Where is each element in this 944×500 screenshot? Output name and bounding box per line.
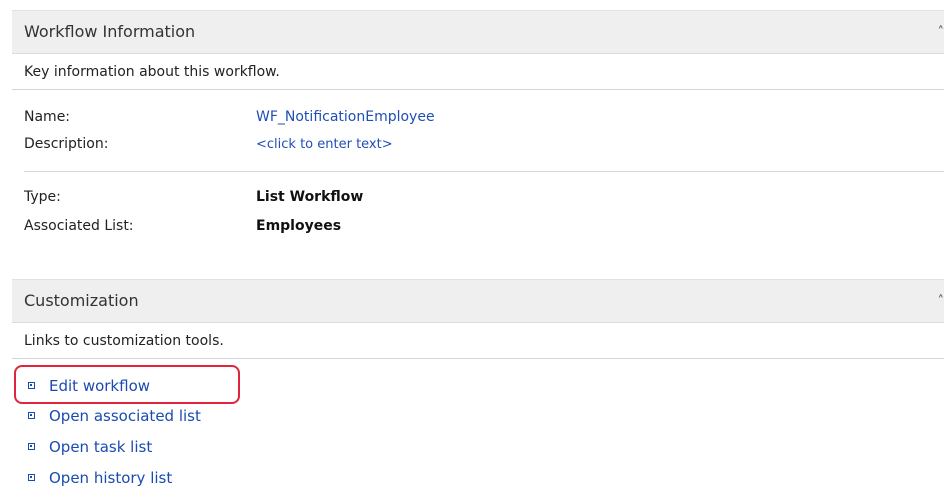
type-label: Type: <box>24 189 61 205</box>
associated-list-value: Employees <box>256 218 342 234</box>
open-associated-list-label: Open associated list <box>49 407 201 425</box>
divider <box>24 171 944 172</box>
customization-description: Links to customization tools. <box>24 333 224 349</box>
open-associated-list-link[interactable]: Open associated list <box>28 405 201 427</box>
name-label: Name: <box>24 109 71 125</box>
divider <box>12 358 944 359</box>
workflow-information-description: Key information about this workflow. <box>24 64 280 80</box>
chevron-up-icon[interactable]: ˄ <box>938 25 944 40</box>
bullet-icon <box>28 474 35 481</box>
customization-header[interactable]: Customization ˄ <box>12 279 944 323</box>
chevron-up-icon[interactable]: ˄ <box>938 294 944 309</box>
description-label: Description: <box>24 136 109 152</box>
workflow-information-header[interactable]: Workflow Information ˄ <box>12 10 944 54</box>
associated-list-label: Associated List: <box>24 218 134 234</box>
type-value: List Workflow <box>256 189 364 205</box>
workflow-name-link[interactable]: WF_NotificationEmployee <box>256 109 435 125</box>
bullet-icon <box>28 443 35 450</box>
bullet-icon <box>28 412 35 419</box>
open-task-list-label: Open task list <box>49 438 153 456</box>
customization-title: Customization <box>24 291 139 310</box>
description-edit-link[interactable]: <click to enter text> <box>256 137 393 152</box>
divider <box>12 89 944 90</box>
open-history-list-link[interactable]: Open history list <box>28 467 172 489</box>
open-history-list-label: Open history list <box>49 469 173 487</box>
open-task-list-link[interactable]: Open task list <box>28 436 152 458</box>
workflow-information-title: Workflow Information <box>24 22 196 41</box>
highlight-box <box>14 365 240 404</box>
